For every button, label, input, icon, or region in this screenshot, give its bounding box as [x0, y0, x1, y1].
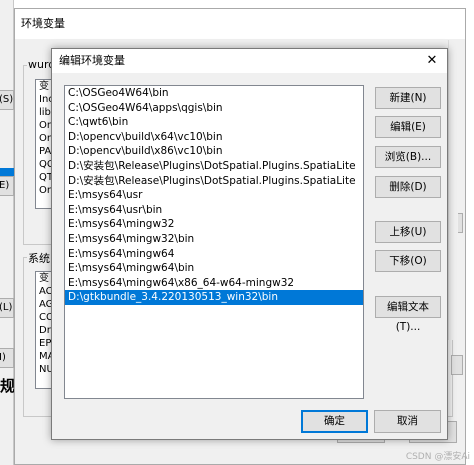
delete-button[interactable]: 删除(D)	[375, 176, 441, 198]
partial-button[interactable]	[451, 355, 463, 375]
path-item[interactable]: D:\安装包\Release\Plugins\DotSpatial.Plugin…	[65, 174, 363, 189]
path-item[interactable]: C:\qwt6\bin	[65, 115, 363, 130]
dialog-titlebar: 编辑环境变量 ✕	[52, 49, 447, 73]
partial-button[interactable]: (S).	[0, 90, 14, 110]
path-item[interactable]: E:\msys64\mingw32	[65, 217, 363, 232]
partial-button[interactable]: I)	[0, 348, 14, 368]
path-item[interactable]: E:\msys64\mingw64\x86_64-w64-mingw32	[65, 276, 363, 291]
system-vars-label: 系统	[27, 250, 51, 266]
path-item[interactable]: E:\msys64\mingw64\bin	[65, 261, 363, 276]
partial-button[interactable]: (L).	[0, 298, 14, 318]
dialog-title: 编辑环境变量	[59, 54, 125, 67]
cancel-button[interactable]: 取消	[374, 410, 441, 433]
ok-button[interactable]: 确定	[301, 410, 368, 433]
path-item-selected[interactable]: D:\gtkbundle_3.4.220130513_win32\bin	[65, 290, 363, 305]
edit-environment-variable-dialog: 编辑环境变量 ✕ C:\OSGeo4W64\bin C:\OSGeo4W64\a…	[51, 48, 448, 440]
path-item[interactable]: C:\OSGeo4W64\bin	[65, 86, 363, 101]
path-item[interactable]: D:\opencv\build\x64\vc10\bin	[65, 130, 363, 145]
window-title: 环境变量	[15, 9, 465, 39]
move-down-button[interactable]: 下移(O)	[375, 250, 441, 272]
close-icon[interactable]: ✕	[423, 49, 441, 73]
browse-button[interactable]: 浏览(B)...	[375, 146, 441, 168]
path-item[interactable]: E:\msys64\mingw64	[65, 247, 363, 262]
move-up-button[interactable]: 上移(U)	[375, 221, 441, 243]
partial-heading: 规	[0, 377, 14, 395]
edit-button[interactable]: 编辑(E)	[375, 116, 441, 138]
path-item[interactable]: E:\msys64\usr\bin	[65, 203, 363, 218]
background-window-edge: (S). E) (L). I) 规	[0, 0, 14, 465]
path-item[interactable]: E:\msys64\mingw32\bin	[65, 232, 363, 247]
path-item[interactable]: D:\opencv\build\x86\vc10\bin	[65, 144, 363, 159]
path-item[interactable]: C:\OSGeo4W64\apps\qgis\bin	[65, 101, 363, 116]
watermark: CSDN @漂安Ai	[405, 452, 470, 462]
background-scrollbar[interactable]	[448, 40, 458, 340]
path-list[interactable]: C:\OSGeo4W64\bin C:\OSGeo4W64\apps\qgis\…	[64, 85, 364, 399]
path-item[interactable]: E:\msys64\usr	[65, 188, 363, 203]
new-button[interactable]: 新建(N)	[375, 87, 441, 109]
partial-button[interactable]: E)	[0, 176, 14, 196]
edit-text-button[interactable]: 编辑文本(T)...	[375, 296, 441, 333]
path-item[interactable]: D:\安装包\Release\Plugins\DotSpatial.Plugin…	[65, 159, 363, 174]
